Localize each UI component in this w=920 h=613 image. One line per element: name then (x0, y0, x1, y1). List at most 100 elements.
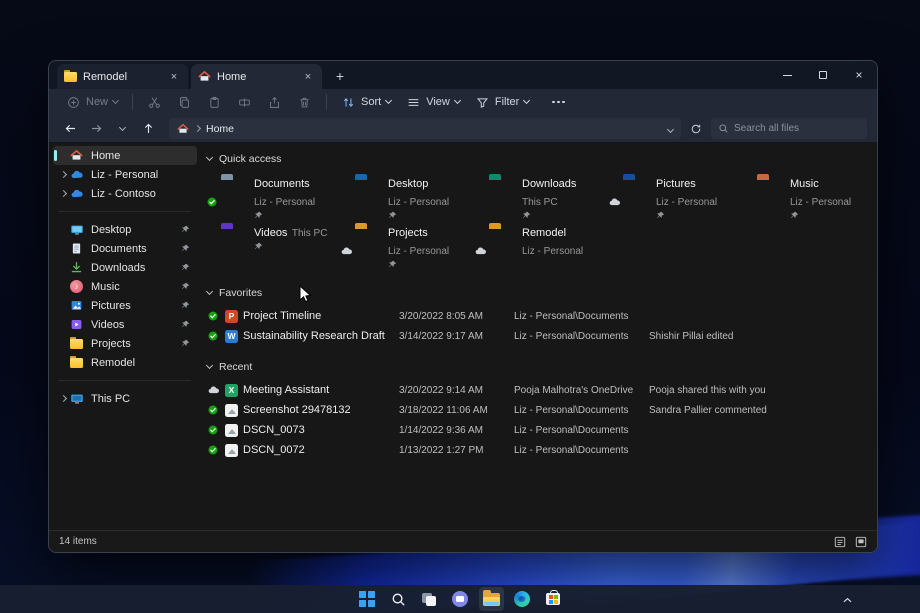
file-row[interactable]: Screenshot 29478132 3/18/2022 11:06 AM L… (207, 400, 869, 420)
file-name: Sustainability Research Draft (243, 330, 385, 342)
home-icon (69, 148, 84, 163)
sidebar-item-liz-contoso[interactable]: Liz - Contoso (53, 184, 197, 203)
trash-icon (297, 95, 312, 110)
sidebar-item-home[interactable]: Home (53, 146, 197, 165)
file-row[interactable]: P Project Timeline 3/20/2022 8:05 AM Liz… (207, 306, 869, 326)
section-header-quick-access[interactable]: Quick access (207, 150, 869, 167)
sidebar-item-label: Projects (91, 338, 131, 350)
new-tab-button[interactable]: + (329, 65, 351, 87)
search-button[interactable] (386, 587, 411, 611)
search-box[interactable] (711, 118, 867, 139)
pc-icon (69, 391, 84, 406)
cut-button[interactable] (140, 91, 169, 113)
file-date: 3/20/2022 8:05 AM (399, 311, 514, 322)
file-row[interactable]: DSCN_0072 1/13/2022 1:27 PM Liz - Person… (207, 440, 869, 460)
task-view-button[interactable] (417, 587, 442, 611)
sidebar-item-remodel[interactable]: Remodel (53, 353, 197, 372)
teams-button[interactable] (448, 587, 473, 611)
collapse-chevron-icon[interactable] (206, 361, 213, 368)
file-name: Project Timeline (243, 310, 321, 322)
collapse-chevron-icon[interactable] (206, 153, 213, 160)
breadcrumb[interactable]: Home (169, 118, 681, 139)
close-button[interactable]: × (841, 61, 877, 89)
large-icons-view-icon[interactable] (854, 535, 867, 548)
quick-access-tile-remodel[interactable]: Remodel Liz - Personal (475, 223, 609, 270)
address-dropdown-icon[interactable] (668, 123, 673, 135)
rename-button[interactable] (230, 91, 259, 113)
new-button[interactable]: New (59, 91, 125, 113)
file-explorer-button[interactable] (479, 587, 504, 611)
file-date: 3/14/2022 9:17 AM (399, 331, 514, 342)
breadcrumb-segment[interactable]: Home (206, 123, 234, 135)
chevron-down-icon (112, 97, 119, 104)
sidebar-item-videos[interactable]: Videos (53, 315, 197, 334)
quick-access-tile-downloads[interactable]: ↓ Downloads This PC (475, 174, 609, 221)
sidebar-item-documents[interactable]: Documents (53, 239, 197, 258)
sidebar-item-label: This PC (91, 393, 130, 405)
file-row[interactable]: DSCN_0073 1/14/2022 9:36 AM Liz - Person… (207, 420, 869, 440)
sidebar-item-music[interactable]: ♪ Music (53, 277, 197, 296)
expand-chevron-icon[interactable] (57, 172, 69, 177)
file-date: 3/20/2022 9:14 AM (399, 385, 514, 396)
maximize-button[interactable] (805, 61, 841, 89)
pin-icon (181, 339, 193, 348)
explorer-body: Home Liz - Personal Liz - Contoso (49, 143, 877, 530)
sidebar-item-liz-personal[interactable]: Liz - Personal (53, 165, 197, 184)
sidebar-item-desktop[interactable]: Desktop (53, 220, 197, 239)
close-tab-icon[interactable]: × (167, 70, 181, 84)
tile-location: This PC (522, 197, 558, 208)
sidebar-item-label: Videos (91, 319, 124, 331)
tile-name: Downloads (522, 178, 576, 190)
quick-access-tile-pictures[interactable]: Pictures Liz - Personal (609, 174, 743, 221)
section-header-recent[interactable]: Recent (207, 358, 869, 375)
expand-chevron-icon[interactable] (57, 396, 69, 401)
quick-access-tile-documents[interactable]: Documents Liz - Personal (207, 174, 341, 221)
filter-icon (475, 95, 490, 110)
pin-icon (656, 211, 743, 222)
search-input[interactable] (734, 123, 866, 134)
tab-home[interactable]: Home × (191, 64, 322, 89)
details-view-icon[interactable] (833, 535, 846, 548)
forward-button[interactable] (85, 118, 107, 140)
file-row[interactable]: W Sustainability Research Draft 3/14/202… (207, 326, 869, 346)
sidebar-item-pictures[interactable]: Pictures (53, 296, 197, 315)
close-tab-icon[interactable]: × (301, 70, 315, 84)
see-more-button[interactable] (545, 91, 572, 113)
sort-button[interactable]: Sort (334, 91, 398, 113)
sidebar-item-this-pc[interactable]: This PC (53, 389, 197, 408)
start-button[interactable] (355, 587, 380, 611)
pictures-icon (69, 298, 84, 313)
section-header-favorites[interactable]: Favorites (207, 284, 869, 301)
paste-button[interactable] (200, 91, 229, 113)
delete-button[interactable] (290, 91, 319, 113)
refresh-button[interactable] (685, 118, 707, 140)
quick-access-tile-videos[interactable]: Videos This PC (207, 223, 341, 270)
tile-name: Pictures (656, 178, 696, 190)
share-button[interactable] (260, 91, 289, 113)
recent-locations-button[interactable] (111, 118, 133, 140)
filter-button[interactable]: Filter (468, 91, 536, 113)
edge-button[interactable] (510, 587, 535, 611)
sidebar-item-projects[interactable]: Projects (53, 334, 197, 353)
back-button[interactable] (59, 118, 81, 140)
store-button[interactable] (541, 587, 566, 611)
expand-chevron-icon[interactable] (57, 191, 69, 196)
quick-access-grid: Documents Liz - Personal Desktop Liz - P (207, 174, 878, 272)
minimize-button[interactable] (769, 61, 805, 89)
view-icon (406, 95, 421, 110)
view-button[interactable]: View (399, 91, 467, 113)
file-row[interactable]: X Meeting Assistant 3/20/2022 9:14 AM Po… (207, 380, 869, 400)
up-button[interactable] (137, 118, 159, 140)
tab-bar: Remodel × Home × + × (49, 61, 877, 89)
quick-access-tile-desktop[interactable]: Desktop Liz - Personal (341, 174, 475, 221)
quick-access-tile-projects[interactable]: Projects Liz - Personal (341, 223, 475, 270)
copy-button[interactable] (170, 91, 199, 113)
file-explorer-window: Remodel × Home × + × (48, 60, 878, 553)
sidebar-item-downloads[interactable]: Downloads (53, 258, 197, 277)
collapse-chevron-icon[interactable] (206, 287, 213, 294)
section-title: Favorites (219, 287, 262, 299)
tab-remodel[interactable]: Remodel × (57, 64, 188, 89)
status-slot (207, 223, 221, 270)
tray-show-hidden-icons-chevron[interactable] (843, 590, 852, 608)
quick-access-tile-music[interactable]: ♪ Music Liz - Personal (743, 174, 877, 221)
